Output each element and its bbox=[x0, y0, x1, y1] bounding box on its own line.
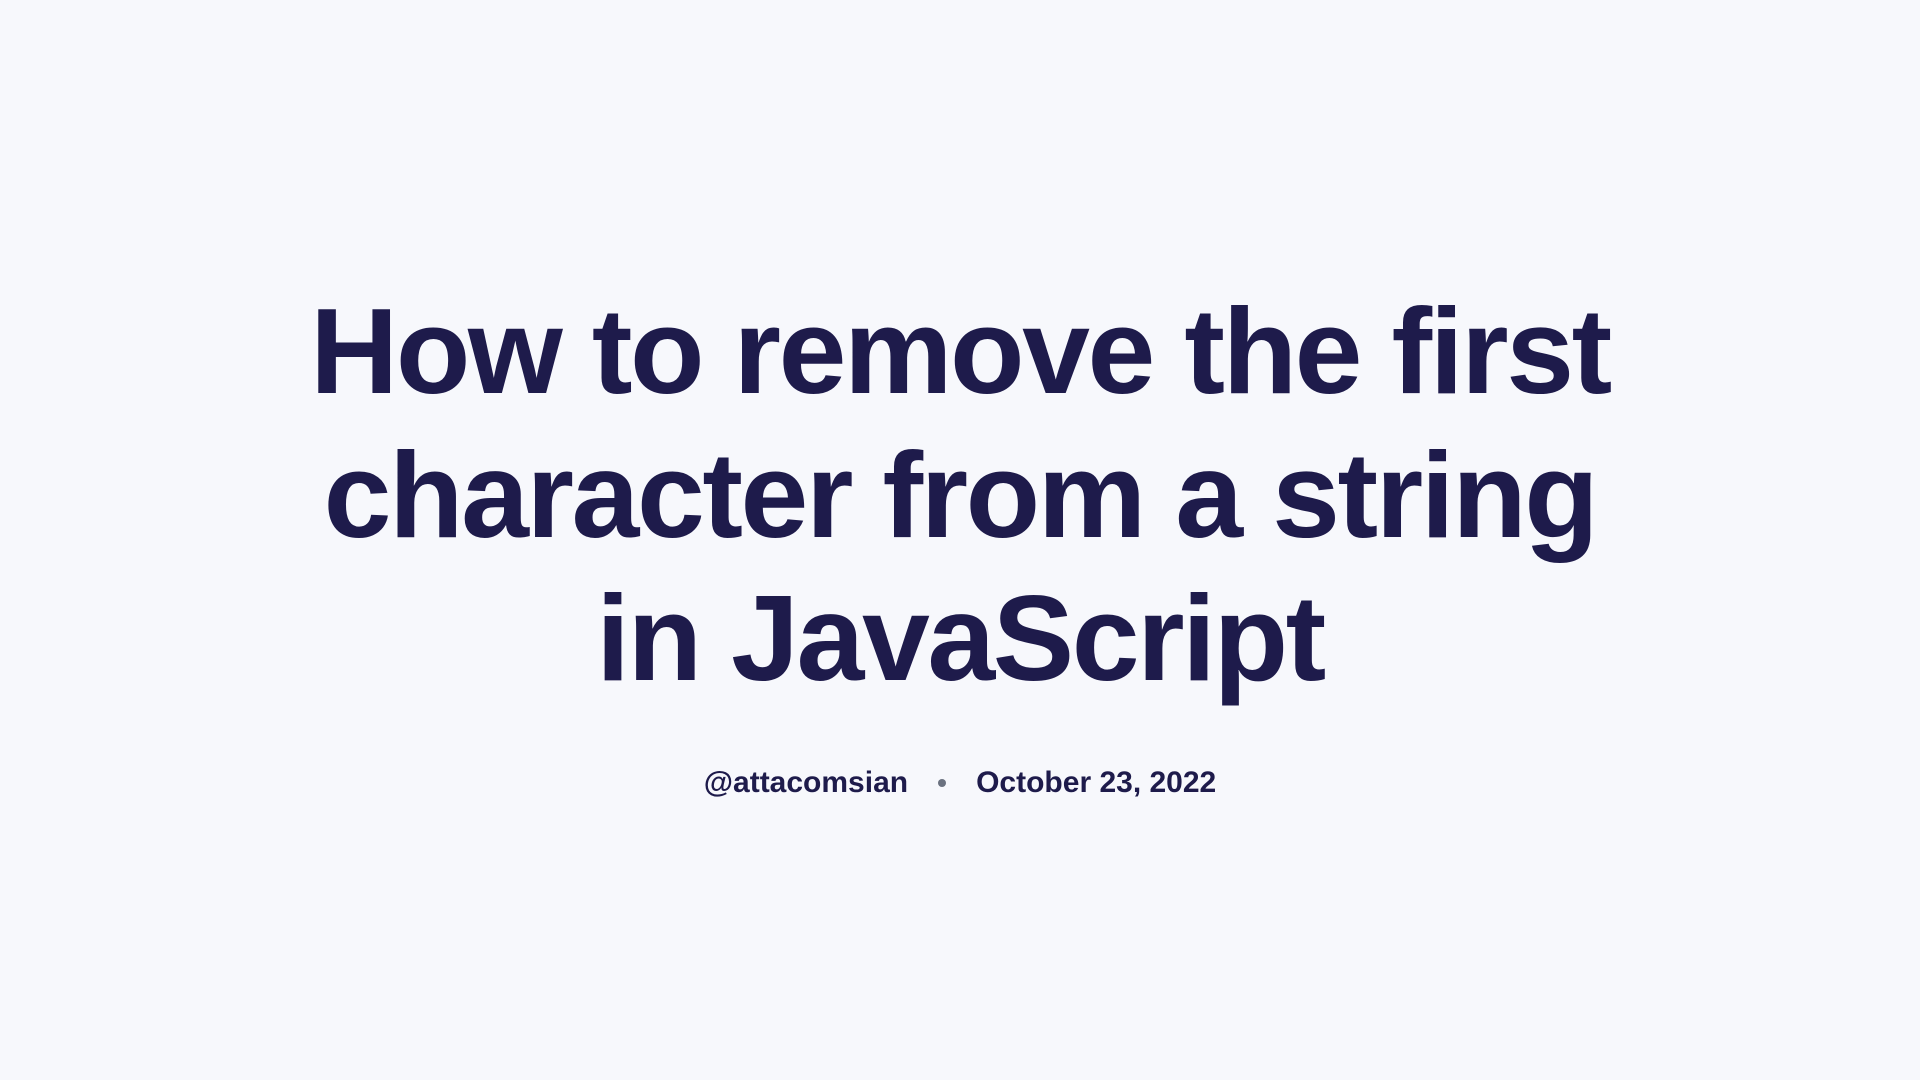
article-title: How to remove the first character from a… bbox=[300, 280, 1620, 712]
separator-dot bbox=[938, 779, 946, 787]
article-meta: @attacomsian October 23, 2022 bbox=[300, 766, 1620, 800]
article-header: How to remove the first character from a… bbox=[260, 280, 1660, 801]
publish-date: October 23, 2022 bbox=[976, 766, 1216, 800]
author-handle: @attacomsian bbox=[704, 766, 908, 800]
